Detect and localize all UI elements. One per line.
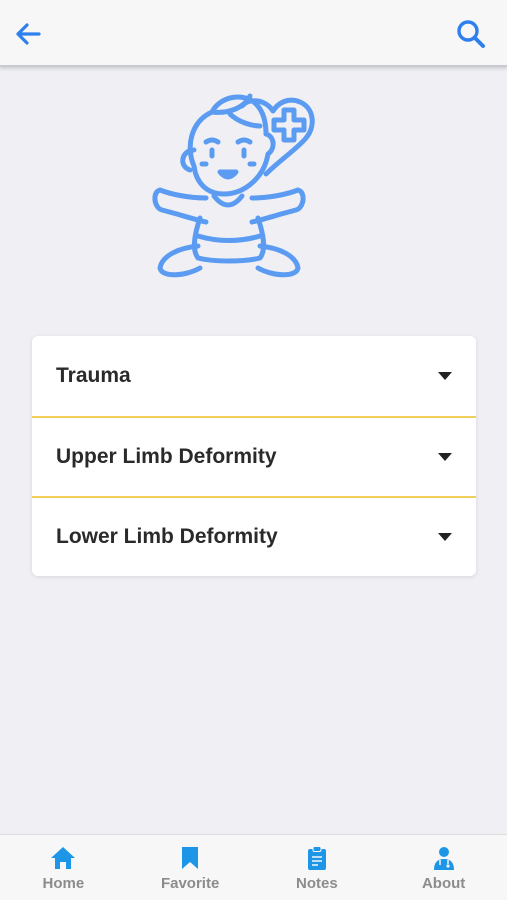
caret-down-icon — [438, 372, 452, 380]
search-button[interactable] — [453, 16, 489, 52]
section-label: Upper Limb Deformity — [56, 445, 277, 468]
tab-label: Home — [42, 875, 85, 892]
section-label: Trauma — [56, 364, 131, 387]
caret-down-icon — [438, 533, 452, 541]
section-label: Lower Limb Deformity — [56, 525, 278, 548]
back-button[interactable] — [10, 16, 46, 52]
clipboard-icon — [304, 845, 330, 871]
tab-label: Favorite — [160, 875, 220, 892]
category-accordion: Trauma Upper Limb Deformity Lower Limb D… — [32, 336, 476, 576]
search-icon — [457, 20, 485, 48]
section-upper-limb-deformity[interactable]: Upper Limb Deformity — [32, 416, 476, 496]
tab-label: About — [421, 875, 466, 892]
tab-about[interactable]: About — [380, 835, 507, 900]
arrow-left-icon — [16, 23, 41, 45]
section-lower-limb-deformity[interactable]: Lower Limb Deformity — [32, 496, 476, 576]
caret-down-icon — [438, 453, 452, 461]
tab-home[interactable]: Home — [0, 835, 127, 900]
doctor-icon — [431, 845, 457, 871]
bookmark-icon — [177, 845, 203, 871]
bottom-tab-bar: Home Favorite Notes About — [0, 834, 507, 900]
tab-notes[interactable]: Notes — [254, 835, 381, 900]
baby-with-heart-plus-icon — [152, 93, 315, 278]
top-app-bar — [0, 0, 507, 67]
hero-illustration — [148, 86, 358, 286]
tab-label: Notes — [296, 875, 338, 892]
home-icon — [50, 845, 76, 871]
section-trauma[interactable]: Trauma — [32, 336, 476, 416]
tab-favorite[interactable]: Favorite — [127, 835, 254, 900]
